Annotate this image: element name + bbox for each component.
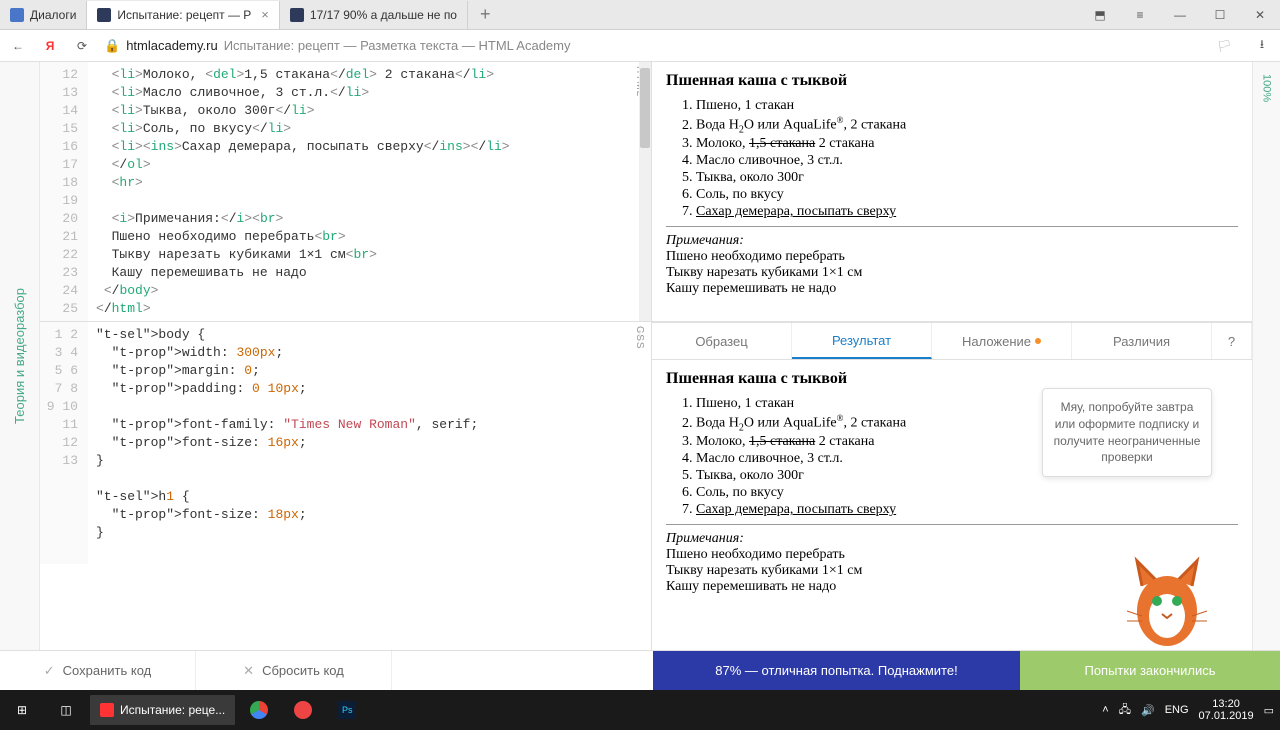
main-content: Теория и видеоразбор HTML 12 13 14 15 16… (0, 62, 1280, 650)
sample-pane: Пшенная каша с тыквойПшено, 1 стаканВода… (652, 62, 1252, 322)
footer-bar: ✓Сохранить код ✕Сбросить код 87% — отлич… (0, 650, 1280, 690)
attempts-button[interactable]: Попытки закончились (1020, 651, 1280, 690)
x-icon: ✕ (243, 663, 254, 679)
network-icon[interactable]: 🖧 (1119, 701, 1131, 720)
taskview-icon[interactable]: ◫ (44, 690, 88, 730)
code-text[interactable]: "t-sel">body { "t-prop">width: 300px; "t… (88, 322, 478, 564)
check-icon: ✓ (44, 663, 55, 679)
tab-diff[interactable]: Различия (1072, 323, 1212, 359)
close-icon[interactable]: × (261, 7, 269, 22)
collapse-icon[interactable]: ↑ (637, 326, 643, 340)
preview-column: 100% Пшенная каша с тыквойПшено, 1 стака… (652, 62, 1280, 650)
opera-icon[interactable] (281, 690, 325, 730)
code-text[interactable]: <li>Молоко, <del>1,5 стакана</del> 2 ста… (88, 62, 510, 322)
htmlacademy-icon (97, 8, 111, 22)
notifications-icon[interactable]: ▭ (1264, 704, 1274, 717)
minimize-icon[interactable]: — (1160, 0, 1200, 30)
zoom-sidebar[interactable]: 100% (1252, 62, 1280, 650)
theory-label: Теория и видеоразбор (12, 268, 27, 444)
close-window-icon[interactable]: ✕ (1240, 0, 1280, 30)
status-bar: 87% — отличная попытка. Поднажмите! (653, 651, 1020, 690)
reload-icon[interactable]: ⟳ (72, 36, 92, 56)
mascot-tooltip: Мяу, попробуйте завтра или оформите подп… (1042, 388, 1212, 477)
url-field[interactable]: 🔒 htmlacademy.ru Испытание: рецепт — Раз… (104, 38, 1205, 54)
theory-sidebar[interactable]: Теория и видеоразбор (0, 62, 40, 650)
line-gutter: 1 2 3 4 5 6 7 8 9 10 11 12 13 (40, 322, 88, 564)
taskbar-app-yandex[interactable]: Испытание: реце... (90, 695, 235, 725)
new-tab-button[interactable]: + (468, 4, 503, 25)
url-title: Испытание: рецепт — Разметка текста — HT… (224, 38, 571, 53)
yandex-icon (100, 703, 114, 717)
tab-label: Диалоги (30, 8, 76, 22)
back-icon[interactable]: ← (8, 36, 28, 56)
downloads-icon[interactable]: ⬒ (1080, 0, 1120, 30)
yandex-icon[interactable]: Я (40, 36, 60, 56)
reset-button[interactable]: ✕Сбросить код (196, 651, 392, 690)
address-bar: ← Я ⟳ 🔒 htmlacademy.ru Испытание: рецепт… (0, 30, 1280, 62)
tab-label: 17/17 90% а дальше не по (310, 8, 457, 22)
tab-help[interactable]: ? (1212, 323, 1252, 359)
zoom-label: 100% (1261, 74, 1273, 102)
chrome-icon[interactable] (237, 690, 281, 730)
preview-tabs: Образец Результат Наложение Различия ? (652, 322, 1252, 360)
tab-label: Испытание: рецепт — Р (117, 8, 251, 22)
start-icon[interactable]: ⊞ (0, 690, 44, 730)
scroll-thumb[interactable] (640, 68, 650, 148)
browser-titlebar: Диалоги Испытание: рецепт — Р × 17/17 90… (0, 0, 1280, 30)
tray-chevron-icon[interactable]: ˄ (1102, 704, 1108, 716)
photoshop-icon[interactable]: Ps (325, 690, 369, 730)
scrollbar[interactable] (639, 62, 651, 321)
warning-dot-icon (1035, 338, 1041, 344)
htmlacademy-icon (290, 8, 304, 22)
maximize-icon[interactable]: ☐ (1200, 0, 1240, 30)
url-domain: htmlacademy.ru (126, 38, 218, 53)
tab-sample[interactable]: Образец (652, 323, 792, 359)
browser-tab-forum[interactable]: 17/17 90% а дальше не по (280, 1, 468, 29)
vk-icon (10, 8, 24, 22)
windows-taskbar: ⊞ ◫ Испытание: реце... Ps ˄ 🖧 🔊 ENG 13:2… (0, 690, 1280, 730)
clock[interactable]: 13:2007.01.2019 (1199, 698, 1254, 722)
tab-result[interactable]: Результат (792, 323, 932, 359)
tab-overlay[interactable]: Наложение (932, 323, 1072, 359)
line-gutter: 12 13 14 15 16 17 18 19 20 21 22 23 24 2… (40, 62, 88, 322)
system-tray[interactable]: ˄ 🖧 🔊 ENG 13:2007.01.2019 ▭ (1102, 698, 1280, 722)
result-pane: Пшенная каша с тыквойПшено, 1 стаканВода… (652, 360, 1252, 650)
save-button[interactable]: ✓Сохранить код (0, 651, 196, 690)
menu-icon[interactable]: ≡ (1120, 0, 1160, 30)
browser-tab-dialogs[interactable]: Диалоги (0, 1, 87, 29)
html-editor[interactable]: HTML 12 13 14 15 16 17 18 19 20 21 22 23… (40, 62, 651, 322)
download-icon[interactable]: ⭳ (1252, 36, 1272, 56)
browser-tab-recipe[interactable]: Испытание: рецепт — Р × (87, 1, 279, 29)
language-indicator[interactable]: ENG (1165, 704, 1189, 716)
volume-icon[interactable]: 🔊 (1141, 704, 1155, 717)
bookmark-icon[interactable]: 🏳 (1217, 39, 1232, 53)
lock-icon: 🔒 (104, 38, 120, 54)
mascot-cat-icon (1122, 556, 1212, 650)
css-editor[interactable]: CSS ↑ 1 2 3 4 5 6 7 8 9 10 11 12 13 "t-s… (40, 322, 651, 650)
editors-column: HTML 12 13 14 15 16 17 18 19 20 21 22 23… (40, 62, 652, 650)
